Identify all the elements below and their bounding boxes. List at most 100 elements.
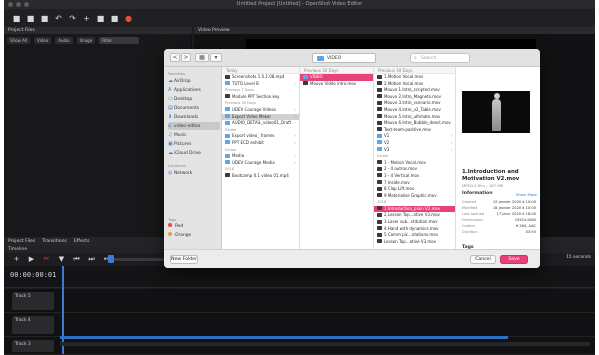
- fullscreen-icon[interactable]: ■: [110, 14, 119, 23]
- file-row[interactable]: UDEV Courage Media ›: [222, 160, 299, 167]
- file-row[interactable]: Mouvo 3.Intro_scenario.mov: [374, 100, 455, 107]
- file-row[interactable]: Lesson Top...ative V3.mov: [374, 239, 455, 246]
- file-row[interactable]: 2.Lesson Top...ative V3.mov: [374, 212, 455, 219]
- file-row[interactable]: V1 ›: [374, 133, 455, 140]
- import-files-icon[interactable]: +: [82, 14, 91, 23]
- file-row[interactable]: 3.Laser sub...stitution.mov: [374, 219, 455, 226]
- sidebar-item-pictures[interactable]: ▣Pictures: [168, 140, 220, 148]
- filter-audio[interactable]: Audio: [55, 37, 73, 44]
- file-row[interactable]: 4.Hand with dynamics.mov: [374, 226, 455, 233]
- new-project-icon[interactable]: ■: [12, 14, 21, 23]
- sidebar-tag-orange[interactable]: Orange: [168, 232, 220, 240]
- add-track-icon[interactable]: +: [12, 255, 21, 264]
- save-button[interactable]: Save: [500, 255, 528, 264]
- filter-show-all[interactable]: Show All: [7, 37, 31, 44]
- close-window-button[interactable]: [8, 2, 13, 7]
- track-row[interactable]: Track 4: [4, 313, 595, 337]
- file-row[interactable]: Mouvo 4.Intro_v2_Table.mov: [374, 107, 455, 114]
- file-row[interactable]: Mouvo 6.Intro_Bubble_deact.mov: [374, 120, 455, 127]
- zoom-seconds-label: 15 seconds: [566, 255, 591, 260]
- file-row[interactable]: UDEV Courage Videos ›: [222, 107, 299, 114]
- sidebar-item-applications[interactable]: A Applications: [168, 86, 220, 94]
- minimize-window-button[interactable]: [16, 2, 21, 7]
- file-row[interactable]: 1.Motion Vocal.mov: [374, 74, 455, 81]
- file-row[interactable]: Export Video Maker ›: [222, 113, 299, 121]
- timeline-clip-bar: [60, 336, 508, 339]
- sidebar-item-documents[interactable]: ▤Documents: [168, 104, 220, 112]
- file-row[interactable]: 1.Introduction_plain V2.mov: [374, 205, 455, 213]
- profile-icon[interactable]: ■: [96, 14, 105, 23]
- file-row[interactable]: 8 Clap Lift.mov: [374, 186, 455, 193]
- file-row[interactable]: Bootcamp 0.1 video 01.mp4: [222, 173, 299, 180]
- cancel-button[interactable]: Cancel: [470, 255, 496, 264]
- show-more-link[interactable]: Show More: [516, 192, 537, 197]
- sidebar-tag-red[interactable]: Red: [168, 223, 220, 231]
- tab-project-files[interactable]: Project Files: [8, 237, 35, 246]
- file-row[interactable]: 2.Motion Vocal.mov: [374, 81, 455, 88]
- file-row[interactable]: AUDIO_DETAIL_video01_Draft ›: [222, 120, 299, 127]
- dialog-search-input[interactable]: ⌕ Search: [410, 53, 470, 63]
- file-row[interactable]: VIDEO ›: [300, 74, 373, 81]
- razor-icon[interactable]: ✂: [42, 255, 51, 264]
- file-row[interactable]: Mouvo 5.Intro_ultimate.mov: [374, 114, 455, 121]
- file-row[interactable]: 2 - 4 outros.mov: [374, 166, 455, 173]
- track-label[interactable]: Track 4: [12, 316, 54, 334]
- file-row[interactable]: Mouvo 1.Intro_scripted.mov: [374, 87, 455, 94]
- previous-marker-icon[interactable]: ⏮: [72, 255, 81, 264]
- file-row[interactable]: Export video_ frames ›: [222, 133, 299, 140]
- new-folder-button[interactable]: New Folder: [170, 255, 198, 264]
- file-row[interactable]: PPT ECD exhibit ›: [222, 140, 299, 147]
- save-project-icon[interactable]: ■: [40, 14, 49, 23]
- zoom-window-button[interactable]: [24, 2, 29, 7]
- tab-effects[interactable]: Effects: [74, 237, 90, 246]
- file-row[interactable]: 7 Inside.mov: [374, 180, 455, 187]
- file-row[interactable]: 3 - 4 Vertical.mov: [374, 173, 455, 180]
- group-by-icon[interactable]: ▾: [210, 53, 222, 62]
- snapping-icon[interactable]: ▶: [27, 255, 36, 264]
- file-row[interactable]: Media ›: [222, 153, 299, 160]
- tab-transitions[interactable]: Transitions: [42, 237, 67, 246]
- playhead[interactable]: [62, 266, 64, 354]
- timeline-zoom-slider[interactable]: [112, 258, 172, 261]
- forward-button[interactable]: >: [181, 53, 191, 62]
- track-row[interactable]: Track 3: [4, 337, 595, 355]
- sidebar-item-downloads[interactable]: ⬇ Downloads: [168, 113, 220, 121]
- sidebar-item-desktop[interactable]: ▭Desktop: [168, 95, 220, 103]
- sidebar-item-home[interactable]: ⌂ video-editor: [168, 122, 220, 130]
- file-row[interactable]: V3 ›: [374, 147, 455, 154]
- file-row[interactable]: 9 Materialise Graphic.mov: [374, 193, 455, 200]
- next-marker-icon[interactable]: ⏭: [87, 255, 96, 264]
- filter-video[interactable]: Video: [34, 37, 52, 44]
- view-mode-icon[interactable]: ▦: [195, 53, 209, 62]
- file-row[interactable]: Module PPT Section.key: [222, 94, 299, 101]
- open-project-icon[interactable]: ■: [26, 14, 35, 23]
- file-row[interactable]: Screenshots 1.0.1.08.mp4: [222, 74, 299, 81]
- timeline-ruler[interactable]: 00:00:00:01: [4, 266, 595, 288]
- export-video-icon[interactable]: ●: [124, 14, 133, 23]
- dialog-sidebar: Favorites ☁AirDrop A Applications ▭Deskto…: [164, 67, 222, 249]
- column-group-header: Previous 30 Days: [222, 100, 299, 107]
- sidebar-item-icloud[interactable]: ☁iCloud Drive: [168, 149, 220, 157]
- file-row[interactable]: Mouvo 2.Intro_Magneto.mov: [374, 94, 455, 101]
- add-marker-icon[interactable]: ▼: [57, 255, 66, 264]
- location-dropdown[interactable]: VIDEO: [312, 53, 376, 63]
- file-row[interactable]: 5 Comm pic...ntations.mov: [374, 232, 455, 239]
- track-row[interactable]: Track 5: [4, 289, 595, 313]
- timeline-scrollbar[interactable]: [60, 342, 590, 346]
- track-label[interactable]: Track 3: [12, 340, 54, 352]
- file-row[interactable]: 1 - Motion Vocal.mov: [374, 160, 455, 167]
- sidebar-item-airdrop[interactable]: ☁AirDrop: [168, 77, 220, 85]
- file-row[interactable]: TUTO Level B ›: [222, 81, 299, 88]
- file-row[interactable]: Text-team-positive.mov: [374, 127, 455, 134]
- redo-icon[interactable]: ↷: [68, 14, 77, 23]
- track-label[interactable]: Track 5: [12, 292, 54, 310]
- sidebar-item-music[interactable]: ♫ Music: [168, 131, 220, 139]
- file-row[interactable]: Mouvo Vidéo intro.mov: [300, 81, 373, 88]
- sidebar-item-network[interactable]: ◎ Network: [168, 169, 220, 177]
- filter-image[interactable]: Image: [76, 37, 96, 44]
- project-files-filter-input[interactable]: Filter: [99, 37, 140, 44]
- file-row[interactable]: V2 ›: [374, 140, 455, 147]
- zoom-slider-handle[interactable]: [108, 255, 114, 263]
- undo-icon[interactable]: ↶: [54, 14, 63, 23]
- back-button[interactable]: <: [170, 53, 180, 62]
